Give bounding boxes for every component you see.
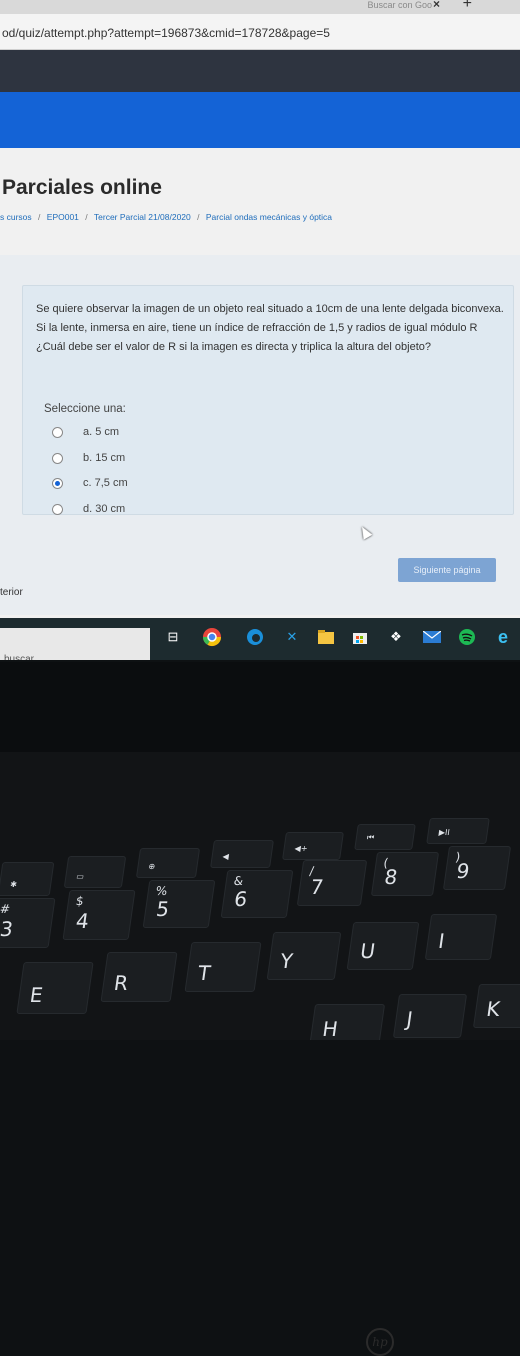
new-tab-icon[interactable]: + [463, 0, 472, 13]
answer-option-c[interactable]: c. 7,5 cm [52, 475, 128, 491]
answer-option-a[interactable]: a. 5 cm [52, 424, 119, 440]
select-one-label: Seleccione una: [44, 403, 126, 415]
breadcrumb-separator: / [85, 212, 88, 222]
key-8: (8 [370, 852, 440, 896]
key-f4: ▭ [63, 856, 127, 888]
key-6: & 6 [220, 870, 294, 918]
address-bar[interactable]: od/quiz/attempt.php?attempt=196873&cmid=… [0, 14, 520, 50]
tab-close-icon[interactable]: × [433, 0, 440, 11]
site-header [0, 50, 520, 92]
key-f9: ▶II [426, 818, 490, 844]
breadcrumb-item-quiz[interactable]: Parcial ondas mecánicas y óptica [206, 212, 332, 222]
key-e: E [16, 962, 94, 1014]
answer-label[interactable]: d. 30 cm [83, 503, 125, 515]
task-view-icon[interactable]: ⊟ [162, 626, 184, 648]
key-k: K [472, 984, 520, 1028]
taskbar-search-placeholder[interactable]: buscar [4, 654, 34, 660]
laptop-bezel: hp [0, 662, 520, 1356]
key-f8: ⏮ [354, 824, 416, 850]
chrome-icon[interactable] [200, 626, 224, 648]
edge-legacy-icon[interactable]: e [492, 626, 514, 648]
laptop-screen: Buscar con Goo × + od/quiz/attempt.php?a… [0, 0, 520, 660]
explorer-icon[interactable] [316, 626, 336, 648]
key-r: R [100, 952, 178, 1002]
tab-title[interactable]: Buscar con Goo [367, 0, 432, 10]
hp-logo: hp [366, 1328, 394, 1356]
radio-button[interactable] [52, 426, 63, 438]
radio-button[interactable] [52, 452, 63, 464]
question-text: Se quiere observar la imagen de un objet… [36, 303, 504, 353]
key-u: U [346, 922, 420, 970]
breadcrumb-separator: / [197, 212, 200, 222]
key-y: Y [266, 932, 342, 980]
edge-icon[interactable] [244, 626, 266, 648]
key-7: /7 [296, 860, 368, 906]
key-i: I [424, 914, 498, 960]
page-title: Parciales online [2, 176, 162, 199]
key-5: % 5 [142, 880, 216, 928]
breadcrumb-item-course[interactable]: EPO001 [47, 212, 79, 222]
breadcrumb-item-exam[interactable]: Tercer Parcial 21/08/2020 [94, 212, 191, 222]
key-4: $4 [62, 890, 136, 940]
vscode-icon[interactable]: ✕ [282, 626, 302, 648]
key-j: J [392, 994, 468, 1038]
breadcrumb-item-courses[interactable]: s cursos [0, 212, 32, 222]
radio-button[interactable] [52, 503, 63, 515]
laptop-keyboard: ✱ ▭ ⊕ ◀ ◀+ ⏮ ▶II #3 $4 % 5 & 6 /7 (8 ) 9 E … [0, 752, 520, 1040]
key-3: #3 [0, 898, 56, 948]
key-f5: ⊕ [135, 848, 201, 878]
breadcrumb-separator: / [38, 212, 41, 222]
breadcrumb: s cursos / EPO001 / Tercer Parcial 21/08… [0, 212, 336, 222]
previous-page-link[interactable]: terior [0, 587, 23, 598]
dropbox-icon[interactable]: ❖ [386, 626, 406, 648]
key-9: ) 9 [442, 846, 512, 890]
key-f3: ✱ [0, 862, 55, 896]
key-h: H [308, 1004, 386, 1040]
site-banner [0, 92, 520, 148]
store-icon[interactable] [350, 626, 370, 648]
spotify-icon[interactable] [456, 626, 478, 648]
key-t: T [184, 942, 262, 992]
answer-label[interactable]: c. 7,5 cm [83, 477, 128, 489]
key-f7: ◀+ [282, 832, 344, 860]
next-page-button[interactable]: Siguiente página [398, 558, 496, 582]
key-f6: ◀ [210, 840, 274, 868]
answer-label[interactable]: a. 5 cm [83, 426, 119, 438]
url-text[interactable]: od/quiz/attempt.php?attempt=196873&cmid=… [2, 26, 330, 40]
answer-option-b[interactable]: b. 15 cm [52, 450, 125, 466]
browser-tab-bar: Buscar con Goo × + [0, 0, 520, 14]
mail-icon[interactable] [422, 626, 442, 648]
radio-button-selected[interactable] [52, 477, 63, 489]
answer-option-d[interactable]: d. 30 cm [52, 501, 125, 517]
answer-label[interactable]: b. 15 cm [83, 452, 125, 464]
